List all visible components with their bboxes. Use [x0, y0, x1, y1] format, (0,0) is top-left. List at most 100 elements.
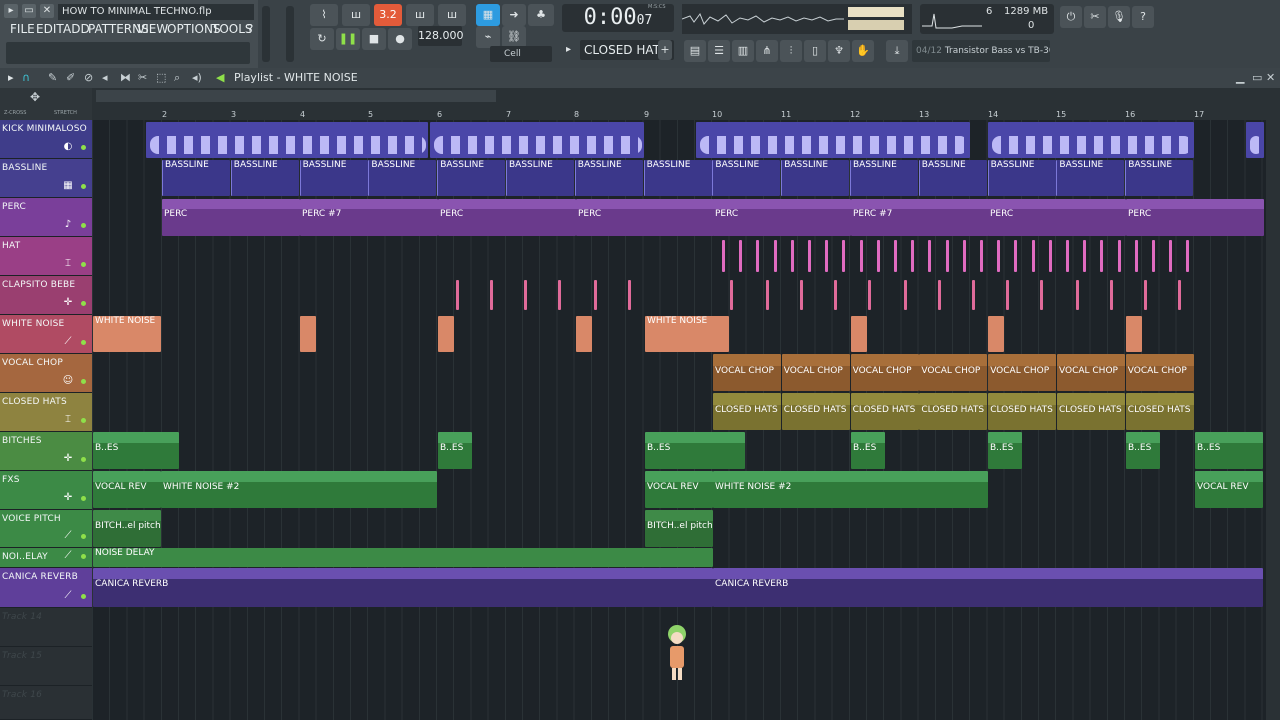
bassline-clip[interactable]: BASSLINE — [299, 160, 368, 196]
bitches-clip[interactable]: B..ES — [645, 432, 745, 469]
white-noise-clip[interactable]: WHITE NOISE — [645, 316, 729, 352]
menu-file[interactable]: FILE — [10, 22, 35, 36]
clap-note[interactable] — [800, 280, 803, 310]
track-header[interactable]: Track 14 — [0, 608, 92, 647]
hat-note[interactable] — [1031, 240, 1035, 272]
bassline-clip[interactable]: BASSLINE — [437, 160, 506, 196]
track-active-led[interactable] — [81, 223, 86, 228]
hat-note[interactable] — [808, 240, 811, 272]
delete-icon[interactable]: ⊘ — [84, 68, 93, 88]
window-restore-icon[interactable]: ▭ — [22, 4, 36, 18]
slip-icon[interactable]: ⧓ — [120, 68, 131, 88]
vocal-chop-clip[interactable]: VOCAL CHOP — [988, 354, 1057, 391]
track-header[interactable]: CLOSED HATS ⌶ — [0, 393, 92, 432]
hat-note[interactable] — [1134, 240, 1138, 272]
track-header[interactable]: FXS ✛ — [0, 471, 92, 510]
loop-icon[interactable]: ↻ — [310, 28, 334, 50]
canica-reverb-clip[interactable]: CANICA REVERB — [713, 568, 1263, 607]
close-playlist-icon[interactable]: ✕ — [1266, 68, 1275, 88]
perc-clip[interactable]: PERC #7 — [300, 199, 438, 236]
track-active-led[interactable] — [81, 594, 86, 599]
bitches-clip[interactable]: B..ES — [93, 432, 179, 469]
vocal-rev-clip[interactable]: VOCAL REV — [93, 471, 161, 508]
record-button[interactable]: ● — [388, 28, 412, 50]
clap-note[interactable] — [1178, 280, 1181, 310]
white-noise-clip[interactable] — [576, 316, 592, 352]
clap-note[interactable] — [456, 280, 459, 310]
brush-icon[interactable]: ✐ — [66, 68, 75, 88]
track-active-led[interactable] — [81, 534, 86, 539]
mute-icon[interactable]: ◂ — [102, 68, 108, 88]
menu-arrow-icon[interactable]: ▸ — [4, 4, 18, 18]
hat-note[interactable] — [842, 240, 846, 272]
hat-note[interactable] — [962, 240, 966, 272]
track-header[interactable]: KICK MINIMALOSO ◐ — [0, 120, 92, 159]
canica-reverb-clip[interactable]: CANICA REVERB — [93, 568, 713, 607]
playback-icon[interactable]: ◂) — [192, 68, 202, 88]
tempo-display[interactable]: 128.000 — [418, 26, 464, 46]
track-active-led[interactable] — [81, 145, 86, 150]
clap-note[interactable] — [490, 280, 493, 310]
hat-note[interactable] — [773, 240, 777, 272]
clap-note[interactable] — [1006, 280, 1009, 310]
track-active-led[interactable] — [81, 301, 86, 306]
bassline-clip[interactable]: BASSLINE — [987, 160, 1056, 196]
menu-edit[interactable]: EDIT — [36, 22, 64, 36]
track-header[interactable]: VOICE PITCH ⟋ — [0, 510, 92, 548]
bassline-clip[interactable]: BASSLINE — [230, 160, 299, 196]
vertical-scrollbar[interactable] — [1266, 88, 1280, 720]
playlist-arrow-icon[interactable]: ▸ — [8, 68, 14, 88]
track-active-led[interactable] — [81, 262, 86, 267]
closed-hats-clip[interactable]: CLOSED HATS — [988, 393, 1057, 430]
help-icon[interactable]: ? — [1132, 6, 1154, 28]
add-pattern-icon[interactable]: + — [658, 40, 672, 60]
bassline-clip[interactable]: BASSLINE — [781, 160, 850, 196]
hat-note[interactable] — [1100, 240, 1104, 272]
hat-note[interactable] — [1117, 240, 1121, 272]
timeline-ruler[interactable]: 2 3 4 5 6 7 8 9 10 11 12 13 14 15 16 17 — [92, 88, 1280, 120]
magnet-icon[interactable]: ∩ — [22, 68, 30, 88]
bassline-clip[interactable]: BASSLINE — [368, 160, 437, 196]
track-header[interactable]: NOI..ELAY ⟋ — [0, 548, 92, 568]
kick-clip[interactable] — [430, 122, 644, 158]
kick-clip[interactable] — [1246, 122, 1264, 158]
closed-hats-clip[interactable]: CLOSED HATS — [1125, 393, 1194, 430]
browser-icon[interactable]: ⋔ — [756, 40, 778, 62]
stretch-label[interactable]: STRETCH — [54, 110, 77, 116]
bitches-clip[interactable]: B..ES — [988, 432, 1022, 469]
white-noise-clip[interactable] — [988, 316, 1004, 352]
clap-note[interactable] — [904, 280, 907, 310]
perc-clip[interactable]: PERC — [576, 199, 714, 236]
perc-clip[interactable]: PERC — [162, 199, 300, 236]
track-active-led[interactable] — [81, 418, 86, 423]
clap-note[interactable] — [1110, 280, 1113, 310]
select-icon[interactable]: ⬚ — [156, 68, 166, 88]
clap-note[interactable] — [730, 280, 733, 310]
closed-hats-clip[interactable]: CLOSED HATS — [781, 393, 850, 430]
perc-clip[interactable]: PERC #7 — [851, 199, 989, 236]
kick-clip[interactable] — [696, 122, 970, 158]
channel-rack-icon[interactable]: ☰ — [708, 40, 730, 62]
clap-note[interactable] — [1040, 280, 1043, 310]
kick-clip[interactable] — [146, 122, 428, 158]
bassline-clip[interactable]: BASSLINE — [1125, 160, 1194, 196]
track-header[interactable]: BITCHES ✛ — [0, 432, 92, 471]
track-header[interactable]: BASSLINE ▦ — [0, 159, 92, 198]
clap-note[interactable] — [628, 280, 631, 310]
white-noise-clip[interactable] — [300, 316, 316, 352]
vocal-chop-clip[interactable]: VOCAL CHOP — [1125, 354, 1194, 391]
clap-note[interactable] — [558, 280, 561, 310]
minimize-icon[interactable]: ▁ — [1236, 68, 1244, 88]
stamp-icon[interactable]: ♣ — [528, 4, 554, 26]
playlist-icon[interactable]: ▤ — [684, 40, 706, 62]
bassline-clip[interactable]: BASSLINE — [162, 160, 230, 196]
bassline-clip[interactable]: BASSLINE — [1056, 160, 1125, 196]
horizontal-scrollbar[interactable] — [96, 90, 496, 102]
slice-icon[interactable]: ✂ — [138, 68, 147, 88]
track-header[interactable]: VOCAL CHOP ☺ — [0, 354, 92, 393]
track-header[interactable]: Track 15 — [0, 647, 92, 686]
hat-note[interactable] — [739, 240, 743, 272]
project-icon[interactable]: ▯ — [804, 40, 826, 62]
noise-delay-clip[interactable]: NOISE DELAY — [93, 548, 713, 567]
hat-note[interactable] — [1048, 240, 1052, 272]
